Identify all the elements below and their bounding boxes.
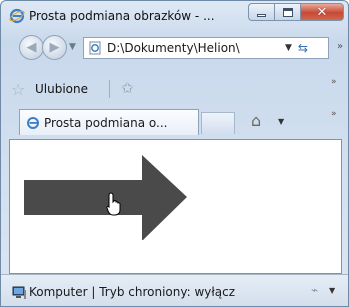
ie-logo-icon	[9, 8, 25, 24]
new-tab-button[interactable]	[201, 112, 235, 134]
title-bar[interactable]: Prosta podmiana obrazków - ... ✕	[1, 1, 348, 31]
toolbar-overflow-chevron[interactable]: »	[337, 41, 343, 52]
back-button[interactable]: ◀	[19, 35, 44, 60]
minimize-icon	[257, 13, 266, 17]
tab-bar: Prosta podmiana o... ⌂ ▼ »	[1, 105, 348, 139]
hand-pointer-cursor	[106, 192, 121, 216]
address-dropdown-icon[interactable]: ▼	[285, 43, 292, 53]
tab-label: Prosta podmiana o...	[44, 115, 168, 130]
add-favorite-icon[interactable]: ✩	[121, 79, 134, 97]
recent-pages-dropdown[interactable]: ▼	[69, 42, 76, 52]
navigation-bar: ◀ ▶ ▼ D:\Dokumenty\Helion\ ▼ ⇆ »	[1, 33, 348, 63]
address-input[interactable]: D:\Dokumenty\Helion\	[107, 41, 283, 55]
caption-buttons: ✕	[248, 3, 344, 23]
minimize-button[interactable]	[248, 3, 274, 21]
forward-arrow-icon: ▶	[49, 40, 60, 55]
close-icon: ✕	[316, 4, 328, 20]
maximize-icon	[282, 7, 293, 17]
page-content	[9, 139, 342, 274]
favorites-bar: ☆ Ulubione ✩ »	[1, 74, 348, 104]
tab-active[interactable]: Prosta podmiana o...	[19, 109, 199, 135]
status-bar: Komputer | Tryb chroniony: wyłącz ⌁ ▼	[1, 274, 348, 306]
browser-window: Prosta podmiana obrazków - ... ✕ ◀ ▶ ▼ D…	[0, 0, 349, 307]
divider	[109, 80, 110, 98]
window-title: Prosta podmiana obrazków - ...	[29, 9, 215, 23]
home-dropdown-icon[interactable]: ▼	[278, 117, 284, 126]
computer-zone-icon	[12, 286, 26, 299]
protected-mode-icon[interactable]: ⌁	[311, 283, 318, 297]
command-overflow-chevron[interactable]: »	[331, 109, 337, 119]
page-icon	[89, 41, 101, 55]
close-button[interactable]: ✕	[300, 3, 344, 21]
arrow-image[interactable]	[10, 140, 190, 240]
zoom-dropdown-icon[interactable]: ▼	[329, 286, 335, 295]
maximize-button[interactable]	[274, 3, 300, 21]
refresh-icon[interactable]: ⇆	[298, 41, 308, 55]
favorites-star-icon[interactable]: ☆	[11, 80, 25, 99]
home-icon[interactable]: ⌂	[251, 111, 261, 130]
favorites-button[interactable]: Ulubione	[35, 82, 88, 96]
address-bar[interactable]: D:\Dokumenty\Helion\ ▼ ⇆	[83, 37, 329, 59]
favorites-overflow-chevron[interactable]: »	[331, 77, 337, 87]
ie-page-icon	[27, 116, 39, 129]
back-arrow-icon: ◀	[26, 40, 37, 55]
status-text: Komputer | Tryb chroniony: wyłącz	[29, 285, 236, 299]
forward-button[interactable]: ▶	[42, 35, 67, 60]
